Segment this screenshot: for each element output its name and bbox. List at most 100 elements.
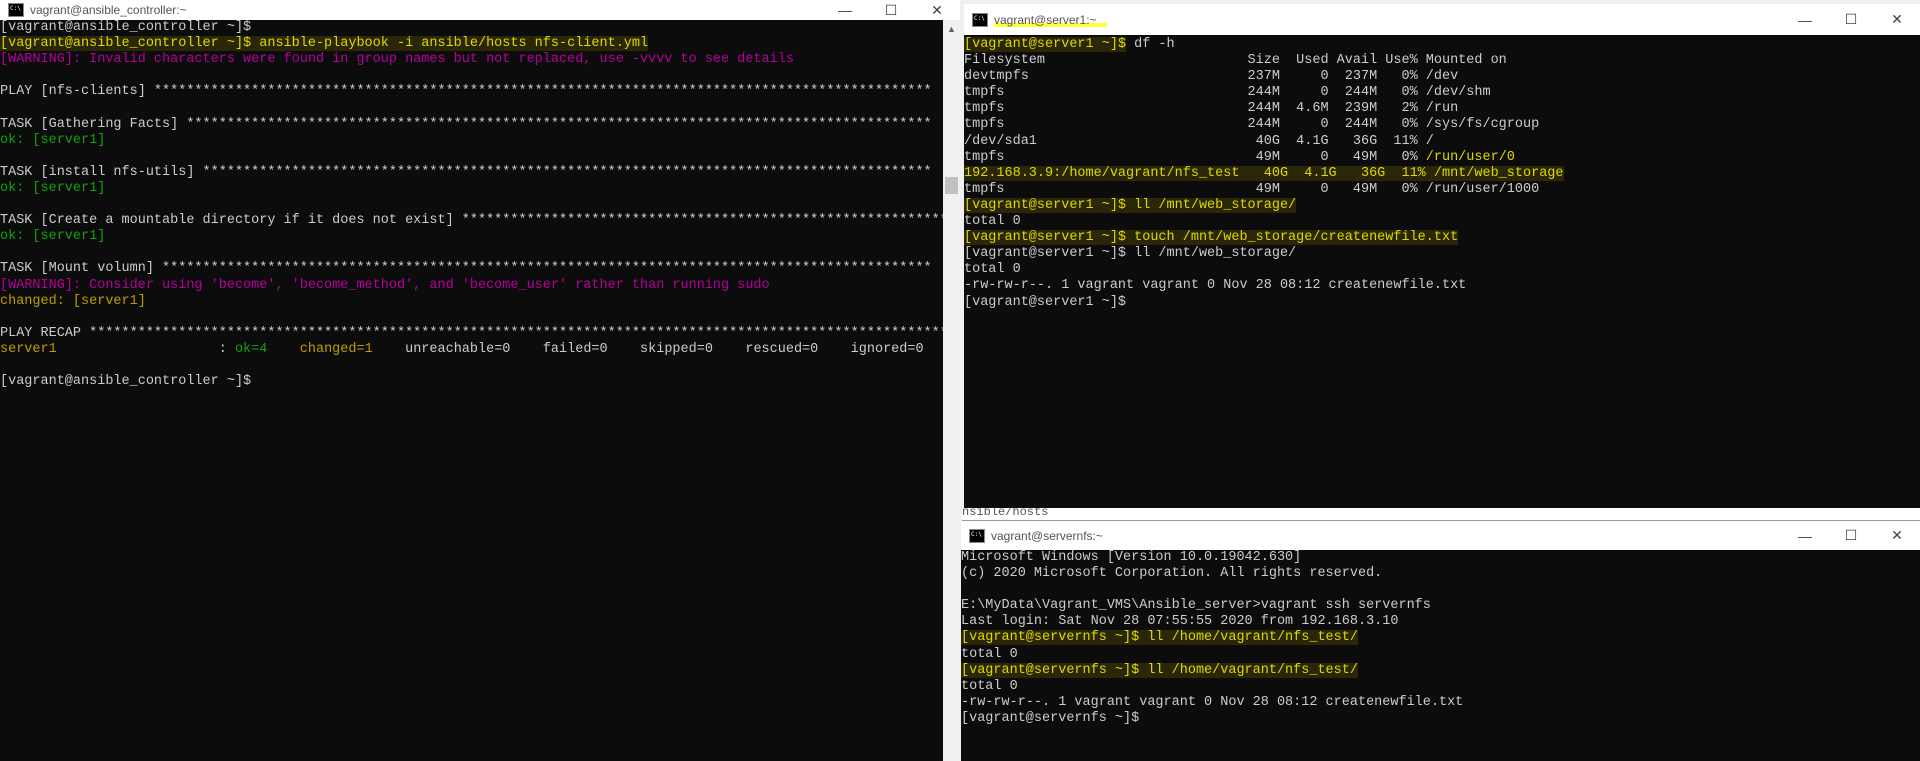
terminal-text: ok: [server1] <box>0 132 106 148</box>
minimize-button[interactable]: — <box>822 0 868 20</box>
terminal-text: [vagrant@server1 ~]$ touch /mnt/web_stor… <box>964 230 1459 246</box>
terminal-text: [vagrant@server1 ~]$ <box>964 294 1127 310</box>
minimize-button[interactable]: — <box>1782 521 1828 550</box>
terminal-line: tmpfs 49M 0 49M 0% /run/user/0 <box>964 150 1920 166</box>
terminal-line: PLAY [nfs-clients] *********************… <box>0 84 943 100</box>
close-button[interactable]: ✕ <box>1874 4 1920 35</box>
terminal-line: tmpfs 49M 0 49M 0% /run/user/1000 <box>964 182 1920 198</box>
terminal-output[interactable]: [vagrant@ansible_controller ~]$ [vagrant@… <box>0 20 943 761</box>
scroll-up-arrow-icon[interactable]: ▲ <box>943 24 960 34</box>
terminal-text: tmpfs 49M 0 49M 0% /run/user/1000 <box>964 181 1540 197</box>
terminal-text: TASK [install nfs-utils] ***************… <box>0 164 932 180</box>
terminal-text: changed: [server1] <box>0 293 146 309</box>
terminal-text: tmpfs 244M 0 244M 0% /sys/fs/cgroup <box>964 117 1540 133</box>
scrollbar-thumb[interactable] <box>945 177 958 194</box>
terminal-text: ok: [server1] <box>0 229 106 245</box>
background-window-fragment: nsible/hosts <box>962 508 1920 521</box>
window-title: vagrant@ansible_controller:~ <box>30 3 187 17</box>
terminal-line: -rw-rw-r--. 1 vagrant vagrant 0 Nov 28 0… <box>964 278 1920 294</box>
terminal-line: Filesystem Size Used Avail Use% Mounted … <box>964 53 1920 69</box>
terminal-line: tmpfs 244M 4.6M 239M 2% /run <box>964 101 1920 117</box>
terminal-text: /run/user/0 <box>1425 149 1515 165</box>
terminal-text: E:\MyData\Vagrant_VMS\Ansible_server>vag… <box>961 598 1431 614</box>
terminal-line: tmpfs 244M 0 244M 0% /sys/fs/cgroup <box>964 117 1920 133</box>
terminal-text: devtmpfs 237M 0 237M 0% /dev <box>964 69 1459 85</box>
terminal-text: Filesystem Size Used Avail Use% Mounted … <box>964 53 1507 69</box>
terminal-line: tmpfs 244M 0 244M 0% /dev/shm <box>964 85 1920 101</box>
terminal-text: [vagrant@server1 ~]$ ll /mnt/web_storage… <box>964 197 1297 213</box>
close-button[interactable]: ✕ <box>914 0 960 20</box>
terminal-text: -rw-rw-r--. 1 vagrant vagrant 0 Nov 28 0… <box>964 278 1467 294</box>
terminal-text: TASK [Mount volumn] ********************… <box>0 261 932 277</box>
terminal-output[interactable]: Microsoft Windows [Version 10.0.19042.63… <box>961 550 1920 761</box>
terminal-line: total 0 <box>961 679 1920 695</box>
window-title: vagrant@servernfs:~ <box>991 528 1103 543</box>
terminal-line: changed: [server1] <box>0 294 943 310</box>
close-button[interactable]: ✕ <box>1874 521 1920 550</box>
terminal-line: [WARNING]: Invalid characters were found… <box>0 52 943 68</box>
terminal-line: ok: [server1] <box>0 229 943 245</box>
console-icon <box>972 12 988 27</box>
servernfs-window: vagrant@servernfs:~ — ☐ ✕ Microsoft Wind… <box>961 521 1920 761</box>
maximize-button[interactable]: ☐ <box>868 0 914 20</box>
terminal-line: Microsoft Windows [Version 10.0.19042.63… <box>961 550 1920 566</box>
scrollbar[interactable]: ▲ <box>943 20 960 761</box>
terminal-line: Last login: Sat Nov 28 07:55:55 2020 fro… <box>961 614 1920 630</box>
window-title: vagrant@server1:~ <box>994 12 1107 27</box>
console-icon <box>8 3 24 17</box>
terminal-line: (c) 2020 Microsoft Corporation. All righ… <box>961 566 1920 582</box>
terminal-text: : <box>56 341 235 357</box>
terminal-line: TASK [install nfs-utils] ***************… <box>0 165 943 181</box>
terminal-line: ok: [server1] <box>0 133 943 149</box>
terminal-line: [vagrant@server1 ~]$ <box>964 295 1920 311</box>
terminal-line: [vagrant@ansible_controller ~]$ <box>0 374 943 390</box>
minimize-button[interactable]: — <box>1782 4 1828 35</box>
terminal-text: [vagrant@ansible_controller ~]$ <box>0 20 252 35</box>
maximize-button[interactable]: ☐ <box>1828 521 1874 550</box>
title-bar[interactable]: vagrant@servernfs:~ — ☐ ✕ <box>961 521 1920 550</box>
terminal-text: df -h <box>1126 37 1175 52</box>
terminal-output[interactable]: [vagrant@server1 ~]$ df -h Filesystem Siz… <box>964 37 1920 508</box>
ansible-controller-window: vagrant@ansible_controller:~ — ☐ ✕ [vagr… <box>0 0 960 761</box>
terminal-text: TASK [Create a mountable directory if it… <box>0 213 943 229</box>
terminal-text: unreachable=0 failed=0 skipped=0 rescued… <box>372 341 924 357</box>
title-bar[interactable]: vagrant@ansible_controller:~ — ☐ ✕ <box>0 0 960 20</box>
terminal-text: Last login: Sat Nov 28 07:55:55 2020 fro… <box>961 614 1399 630</box>
terminal-line: total 0 <box>961 647 1920 663</box>
terminal-line: [vagrant@servernfs ~]$ ll /home/vagrant/… <box>961 630 1920 646</box>
terminal-text: changed=1 <box>299 341 373 357</box>
terminal-text: tmpfs 49M 0 49M 0% <box>964 149 1426 165</box>
terminal-line: /dev/sda1 40G 4.1G 36G 11% / <box>964 134 1920 150</box>
terminal-text: tmpfs 244M 4.6M 239M 2% /run <box>964 101 1459 117</box>
terminal-line: E:\MyData\Vagrant_VMS\Ansible_server>vag… <box>961 598 1920 614</box>
maximize-button[interactable]: ☐ <box>1828 4 1874 35</box>
terminal-text: [vagrant@server1 ~]$ ll /mnt/web_storage… <box>964 246 1297 262</box>
terminal-text: PLAY RECAP *****************************… <box>0 325 943 341</box>
terminal-line: ok: [server1] <box>0 181 943 197</box>
terminal-line: -rw-rw-r--. 1 vagrant vagrant 0 Nov 28 0… <box>961 695 1920 711</box>
terminal-text: [vagrant@server1 ~]$ <box>964 37 1127 52</box>
terminal-line: [vagrant@servernfs ~]$ ll /home/vagrant/… <box>961 662 1920 679</box>
terminal-text: total 0 <box>961 678 1018 694</box>
terminal-line: devtmpfs 237M 0 237M 0% /dev <box>964 69 1920 85</box>
terminal-text: -rw-rw-r--. 1 vagrant vagrant 0 Nov 28 0… <box>961 694 1464 710</box>
terminal-text: ok=4 <box>234 341 268 357</box>
terminal-text: server1 <box>0 341 57 357</box>
server1-window: vagrant@server1:~ — ☐ ✕ [vagrant@server1… <box>964 4 1920 508</box>
title-bar[interactable]: vagrant@server1:~ — ☐ ✕ <box>964 4 1920 35</box>
terminal-line: [vagrant@ansible_controller ~]$ ansible-… <box>0 36 943 52</box>
terminal-line: TASK [Gathering Facts] *****************… <box>0 117 943 133</box>
terminal-line: server1 : ok=4 changed=1 unreachable=0 f… <box>0 342 943 358</box>
terminal-line: 192.168.3.9:/home/vagrant/nfs_test 40G 4… <box>964 165 1920 182</box>
terminal-text: TASK [Gathering Facts] *****************… <box>0 116 932 132</box>
terminal-text: Microsoft Windows [Version 10.0.19042.63… <box>961 550 1302 565</box>
terminal-line: [vagrant@server1 ~]$ touch /mnt/web_stor… <box>964 230 1920 246</box>
terminal-text: ok: [server1] <box>0 180 106 196</box>
